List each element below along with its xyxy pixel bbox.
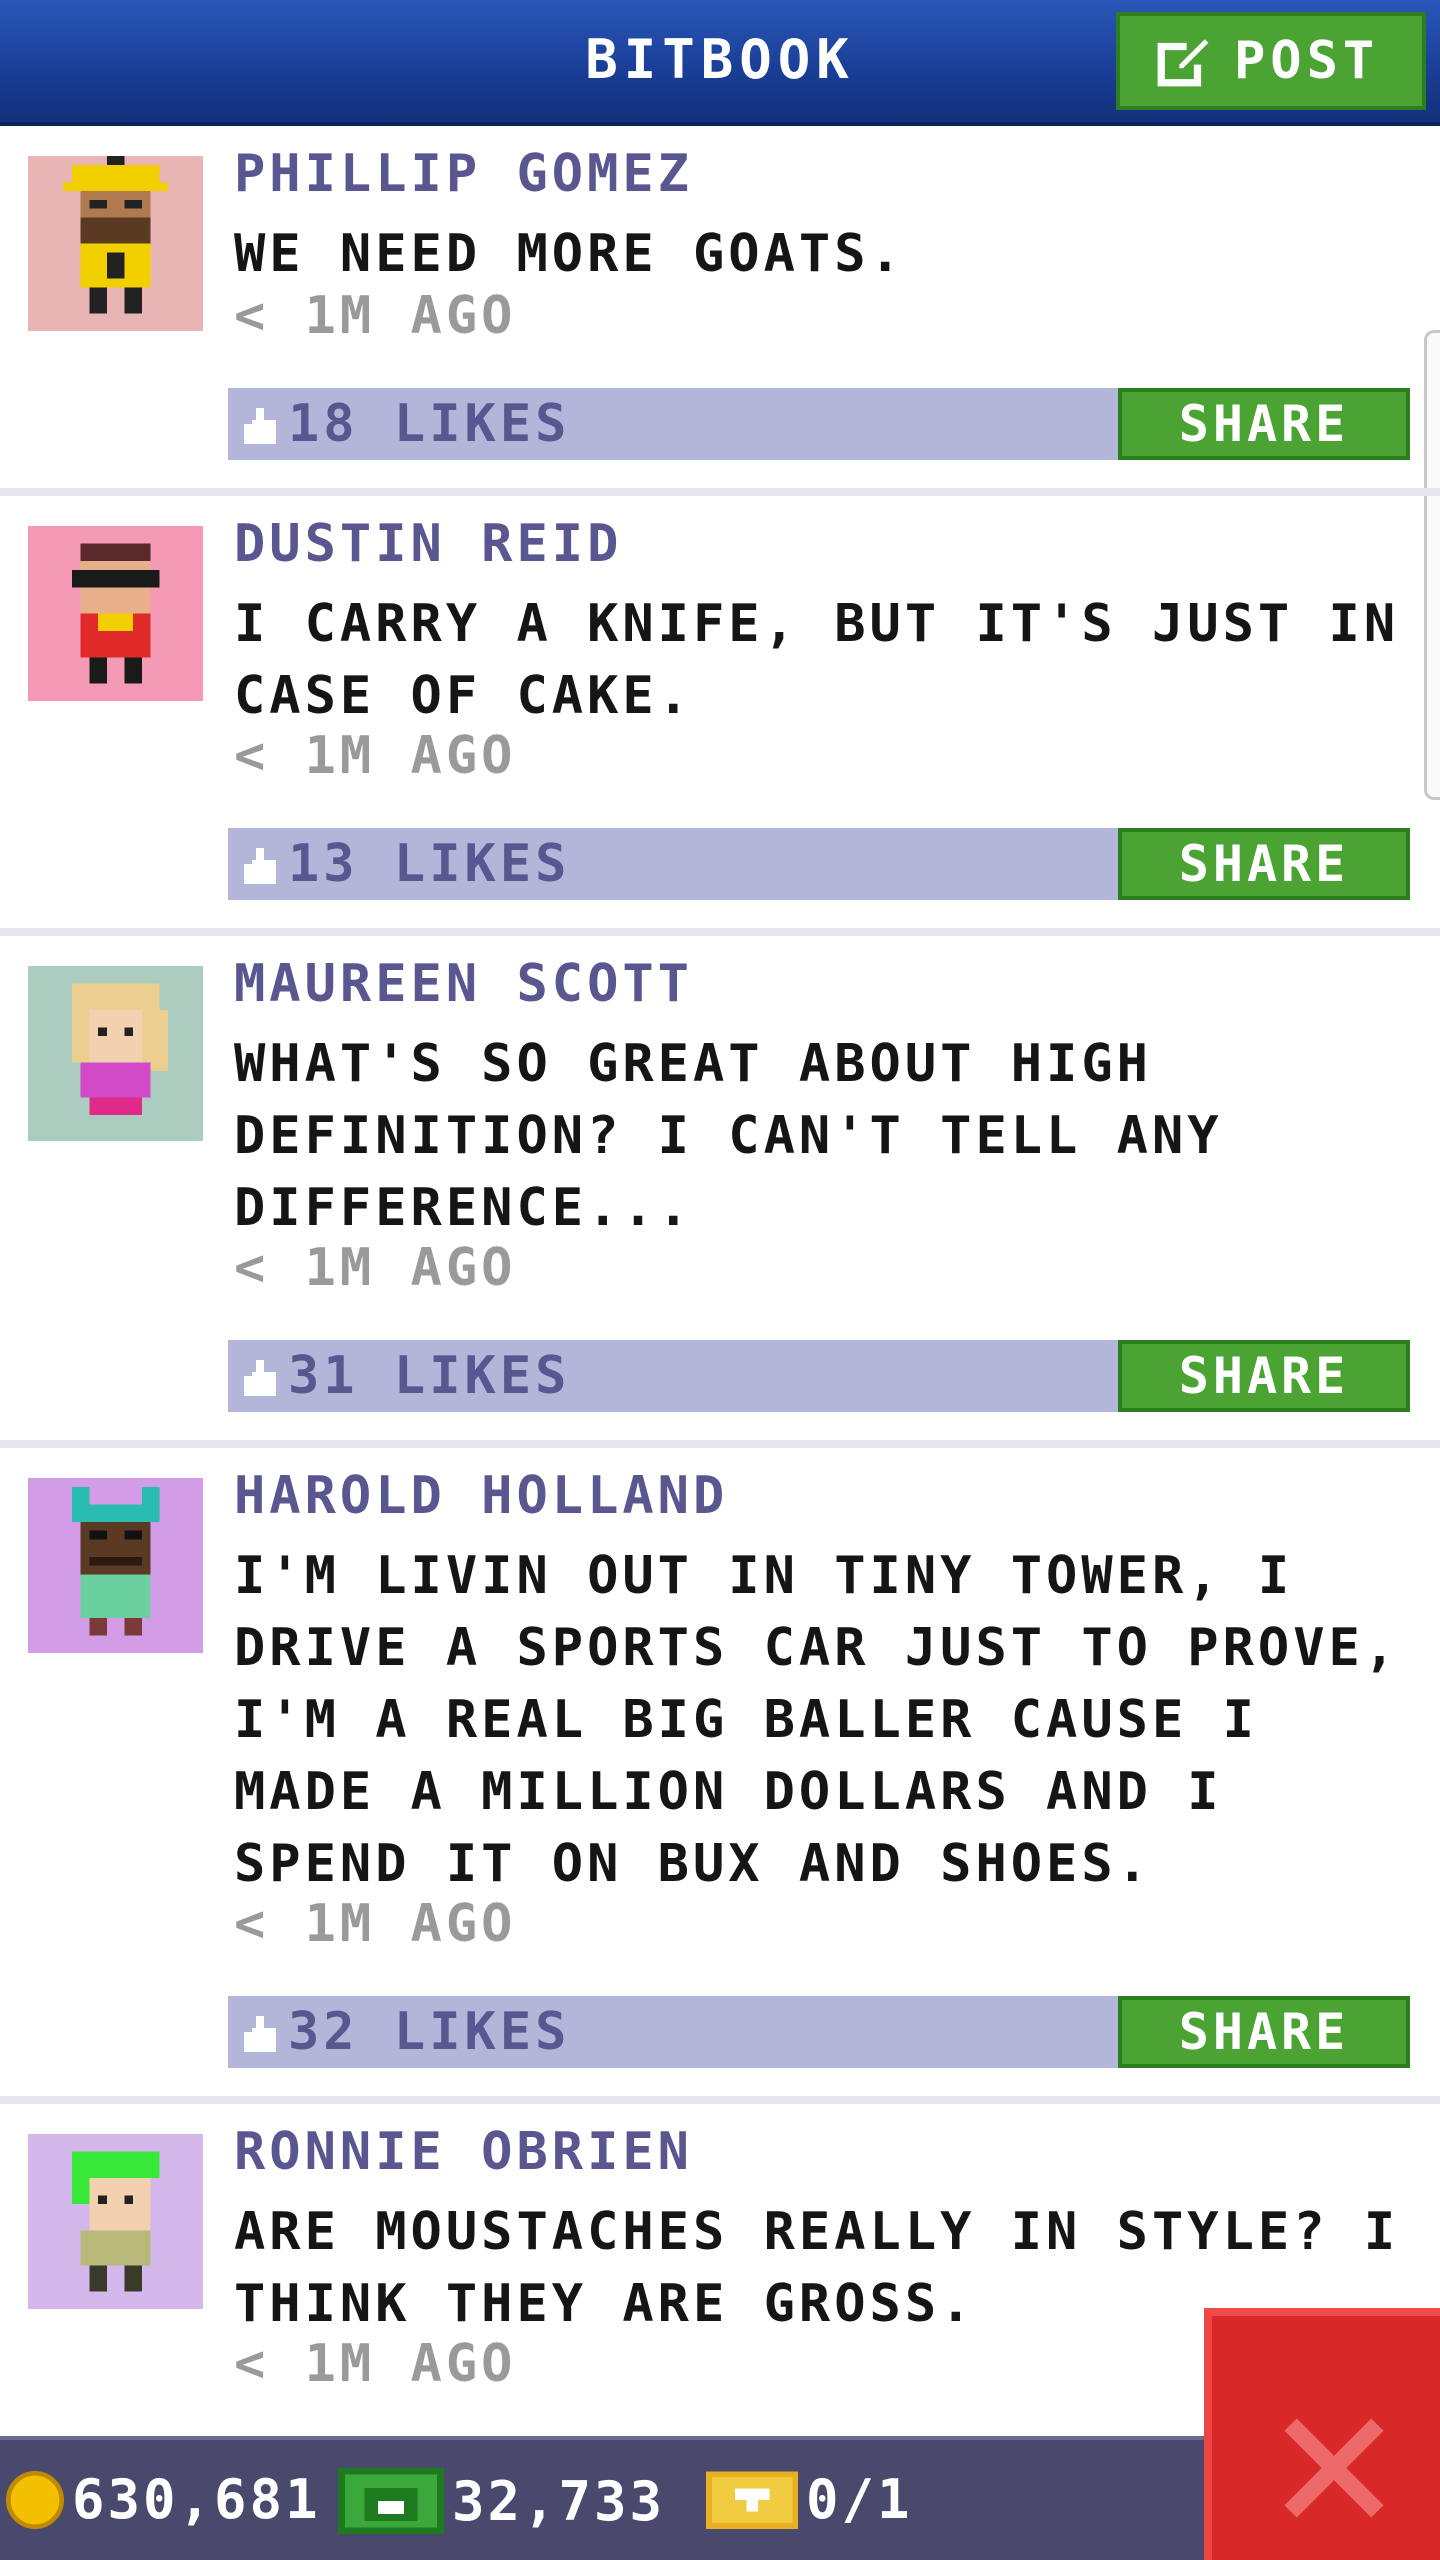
- avatar: [28, 966, 203, 1141]
- post-time: < 1M AGO: [234, 726, 517, 786]
- feed-post: HAROLD HOLLAND I'M LIVIN OUT IN TINY TOW…: [0, 1448, 1440, 2104]
- feed-post: DUSTIN REID I CARRY A KNIFE, BUT IT'S JU…: [0, 496, 1440, 936]
- feed: PHILLIP GOMEZ WE NEED MORE GOATS. < 1M A…: [0, 126, 1440, 2444]
- post-message: I CARRY A KNIFE, BUT IT'S JUST IN CASE O…: [234, 594, 1400, 726]
- likes-count: 18 LIKES: [288, 394, 571, 454]
- poster-name: MAUREEN SCOTT: [234, 954, 693, 1014]
- feed-post: MAUREEN SCOTT WHAT'S SO GREAT ABOUT HIGH…: [0, 936, 1440, 1448]
- likes-count: 13 LIKES: [288, 834, 571, 894]
- edit-icon: [1157, 39, 1209, 87]
- share-button[interactable]: SHARE: [1118, 1340, 1410, 1412]
- avatar: [28, 156, 203, 331]
- avatar: [28, 2134, 203, 2309]
- post-time: < 1M AGO: [234, 1238, 517, 1298]
- post-message: WHAT'S SO GREAT ABOUT HIGH DEFINITION? I…: [234, 1034, 1223, 1238]
- close-button[interactable]: [1204, 2308, 1440, 2560]
- tickets-display: 0/1: [706, 2468, 913, 2531]
- likes-bar: 13 LIKES SHARE: [228, 828, 1410, 900]
- poster-name: PHILLIP GOMEZ: [234, 144, 693, 204]
- likes-count: 32 LIKES: [288, 2002, 571, 2062]
- coin-icon: [6, 2470, 64, 2529]
- likes-count: 31 LIKES: [288, 1346, 571, 1406]
- thumbs-up-icon: [244, 848, 276, 884]
- share-button[interactable]: SHARE: [1118, 388, 1410, 460]
- thumbs-up-icon: [244, 1360, 276, 1396]
- poster-name: HAROLD HOLLAND: [234, 1466, 729, 1526]
- bux-display: 32,733: [338, 2468, 665, 2534]
- post-time: < 1M AGO: [234, 1894, 517, 1954]
- avatar: [28, 526, 203, 701]
- coins-display: 630,681: [6, 2468, 321, 2531]
- bux-icon: [338, 2468, 444, 2534]
- app-header: BITBOOK POST: [0, 0, 1440, 126]
- ticket-icon: [706, 2470, 798, 2529]
- likes-bar: 18 LIKES SHARE: [228, 388, 1410, 460]
- post-button[interactable]: POST: [1116, 12, 1426, 110]
- bux-value: 32,733: [452, 2469, 666, 2533]
- likes-bar: 32 LIKES SHARE: [228, 1996, 1410, 2068]
- feed-post: PHILLIP GOMEZ WE NEED MORE GOATS. < 1M A…: [0, 126, 1440, 496]
- poster-name: DUSTIN REID: [234, 514, 623, 574]
- share-button[interactable]: SHARE: [1118, 1996, 1410, 2068]
- likes-bar: 31 LIKES SHARE: [228, 1340, 1410, 1412]
- thumbs-up-icon: [244, 408, 276, 444]
- close-icon: [1284, 2418, 1384, 2518]
- post-message: I'M LIVIN OUT IN TINY TOWER, I DRIVE A S…: [234, 1546, 1400, 1894]
- avatar: [28, 1478, 203, 1653]
- tickets-value: 0/1: [806, 2468, 913, 2531]
- post-time: < 1M AGO: [234, 2334, 517, 2394]
- post-button-label: POST: [1234, 31, 1380, 91]
- share-button[interactable]: SHARE: [1118, 828, 1410, 900]
- post-message: WE NEED MORE GOATS.: [234, 224, 905, 284]
- post-time: < 1M AGO: [234, 286, 517, 346]
- poster-name: RONNIE OBRIEN: [234, 2122, 693, 2182]
- thumbs-up-icon: [244, 2016, 276, 2052]
- coins-value: 630,681: [72, 2468, 321, 2531]
